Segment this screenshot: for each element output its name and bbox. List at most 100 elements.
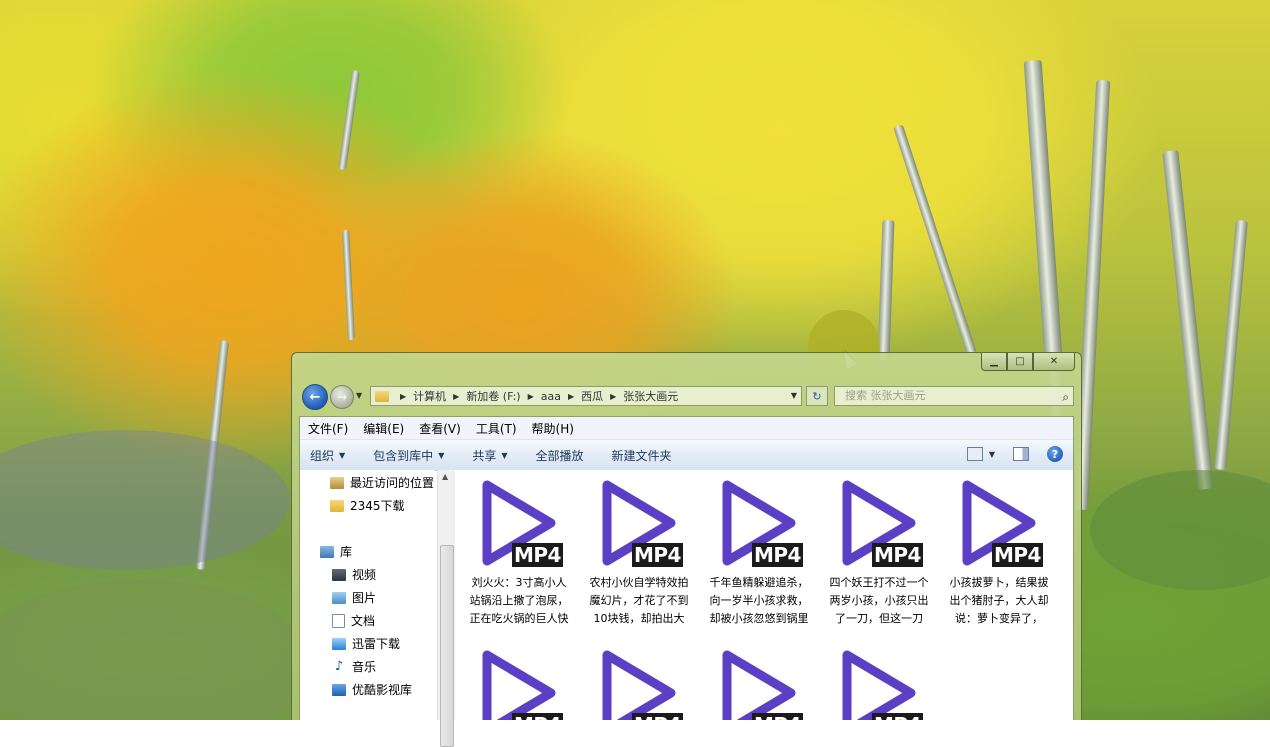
mp4-file-icon: MP4 xyxy=(589,643,689,720)
recent-pages-dropdown[interactable]: ▼ xyxy=(356,391,362,400)
list-item[interactable]: MP4 xyxy=(463,643,575,720)
breadcrumb-current-folder[interactable]: 张张大画元 xyxy=(623,388,678,404)
nav-item-music[interactable]: ♪ 音乐 xyxy=(332,658,376,675)
music-library-icon: ♪ xyxy=(334,658,344,674)
nav-item-label: 最近访问的位置 xyxy=(350,476,435,490)
search-icon[interactable]: ⌕ xyxy=(1062,388,1069,406)
breadcrumb-separator-icon[interactable]: ▶ xyxy=(453,392,459,401)
navigation-pane: 最近访问的位置 2345下载 库 视频 图片 文档 迅雷下载 ♪ 音乐 优酷影视… xyxy=(300,470,435,720)
help-icon[interactable]: ? xyxy=(1047,446,1063,462)
refresh-button[interactable]: ↻ xyxy=(806,386,828,406)
menu-help[interactable]: 帮助(H) xyxy=(532,420,574,437)
nav-item-label: 音乐 xyxy=(352,660,377,674)
organize-button[interactable]: 组织 ▼ xyxy=(310,447,345,464)
nav-item-label: 视频 xyxy=(352,568,377,582)
nav-item-label: 迅雷下载 xyxy=(352,637,401,651)
explorer-body: 最近访问的位置 2345下载 库 视频 图片 文档 迅雷下载 ♪ 音乐 优酷影视… xyxy=(300,470,1073,747)
menu-tools[interactable]: 工具(T) xyxy=(476,420,517,437)
file-type-badge: MP4 xyxy=(512,713,563,720)
mp4-file-icon: MP4 xyxy=(469,473,569,573)
file-name: 小孩拔萝卜，结果拔出个猪肘子，大人却说：萝卜变异了，不... xyxy=(949,576,1049,625)
include-in-library-button[interactable]: 包含到库中 ▼ xyxy=(373,447,444,464)
file-type-badge: MP4 xyxy=(632,543,683,567)
explorer-client-area: 文件(F) 编辑(E) 查看(V) 工具(T) 帮助(H) 组织 ▼ 包含到库中… xyxy=(299,416,1074,747)
preview-pane-icon[interactable] xyxy=(1013,447,1029,461)
document-library-icon xyxy=(332,613,345,628)
list-item[interactable]: MP4 千年鱼精躲避追杀，向一岁半小孩求救，却被小孩忽悠到锅里炖... xyxy=(703,473,815,628)
file-type-badge: MP4 xyxy=(632,713,683,720)
list-item[interactable]: MP4 xyxy=(703,643,815,720)
nav-item-label: 库 xyxy=(340,545,353,559)
address-bar[interactable]: ▶ 计算机 ▶ 新加卷 (F:) ▶ aaa ▶ 西瓜 ▶ 张张大画元 ▼ xyxy=(370,386,802,406)
file-type-badge: MP4 xyxy=(992,543,1043,567)
file-type-badge: MP4 xyxy=(752,713,803,720)
address-history-dropdown[interactable]: ▼ xyxy=(791,391,797,400)
minimize-button[interactable]: ▁ xyxy=(981,353,1007,371)
breadcrumb-computer[interactable]: 计算机 xyxy=(413,388,446,404)
picture-library-icon xyxy=(332,591,346,604)
close-button[interactable]: ✕ xyxy=(1033,353,1075,371)
refresh-icon: ↻ xyxy=(812,389,822,403)
file-name: 农村小伙自学特效拍魔幻片，才花了不到10块钱，却拍出大场... xyxy=(589,576,689,625)
menu-view[interactable]: 查看(V) xyxy=(419,420,461,437)
change-view-icon[interactable] xyxy=(966,447,983,461)
nav-item-label: 优酷影视库 xyxy=(352,683,413,697)
nav-item-recent-places[interactable]: 最近访问的位置 xyxy=(330,474,434,491)
list-item[interactable]: MP4 小孩拔萝卜，结果拔出个猪肘子，大人却说：萝卜变异了，不... xyxy=(943,473,1055,628)
breadcrumb-separator-icon[interactable]: ▶ xyxy=(528,392,534,401)
navigation-pane-scrollbar[interactable]: ▲ xyxy=(437,470,455,747)
nav-item-documents[interactable]: 文档 xyxy=(332,612,375,629)
breadcrumb-separator-icon[interactable]: ▶ xyxy=(400,392,406,401)
file-name: 四个妖王打不过一个两岁小孩，小孩只出了一刀，但这一刀太... xyxy=(829,576,929,625)
video-library-icon xyxy=(332,568,346,581)
play-icon xyxy=(602,650,676,720)
mp4-file-icon: MP4 xyxy=(469,643,569,720)
back-button[interactable]: ← xyxy=(302,384,328,410)
mp4-file-icon: MP4 xyxy=(829,643,929,720)
list-item[interactable]: MP4 xyxy=(583,643,695,720)
list-item[interactable]: MP4 xyxy=(823,643,935,720)
file-type-badge: MP4 xyxy=(752,543,803,567)
menu-file[interactable]: 文件(F) xyxy=(308,420,348,437)
list-item[interactable]: MP4 农村小伙自学特效拍魔幻片，才花了不到10块钱，却拍出大场... xyxy=(583,473,695,628)
search-input[interactable]: 搜索 张张大画元 ⌕ xyxy=(834,386,1074,406)
nav-item-label: 图片 xyxy=(352,591,377,605)
nav-item-label: 2345下载 xyxy=(350,499,405,513)
file-list: MP4 刘火火：3寸高小人站锅沿上撒了泡尿，正在吃火锅的巨人快气疯... MP4… xyxy=(455,470,1073,720)
nav-item-2345-download[interactable]: 2345下载 xyxy=(330,497,405,514)
nav-item-videos[interactable]: 视频 xyxy=(332,566,376,583)
nav-item-libraries[interactable]: 库 xyxy=(320,543,352,560)
list-item[interactable]: MP4 刘火火：3寸高小人站锅沿上撒了泡尿，正在吃火锅的巨人快气疯... xyxy=(463,473,575,628)
play-all-button[interactable]: 全部播放 xyxy=(536,447,584,464)
list-item[interactable]: MP4 四个妖王打不过一个两岁小孩，小孩只出了一刀，但这一刀太... xyxy=(823,473,935,628)
command-bar: 组织 ▼ 包含到库中 ▼ 共享 ▼ 全部播放 新建文件夹 ▼ ? xyxy=(300,440,1073,471)
nav-item-thunder-download[interactable]: 迅雷下载 xyxy=(332,635,400,652)
nav-item-youku-library[interactable]: 优酷影视库 xyxy=(332,681,412,698)
play-icon xyxy=(482,650,556,720)
scrollbar-thumb[interactable] xyxy=(440,545,454,747)
new-folder-button[interactable]: 新建文件夹 xyxy=(612,447,672,464)
breadcrumb-separator-icon[interactable]: ▶ xyxy=(610,392,616,401)
breadcrumb-folder-xigua[interactable]: 西瓜 xyxy=(581,388,603,404)
view-options-dropdown[interactable]: ▼ xyxy=(989,450,995,459)
menu-edit[interactable]: 编辑(E) xyxy=(363,420,404,437)
chevron-down-icon: ▼ xyxy=(501,450,508,460)
navigation-bar: ← → ▼ ▶ 计算机 ▶ 新加卷 (F:) ▶ aaa ▶ 西瓜 ▶ 张张大画… xyxy=(300,383,1074,411)
breadcrumb-separator-icon[interactable]: ▶ xyxy=(568,392,574,401)
view-controls: ▼ ? xyxy=(966,446,1063,462)
youku-library-icon xyxy=(332,683,346,696)
nav-item-pictures[interactable]: 图片 xyxy=(332,589,376,606)
search-placeholder: 搜索 张张大画元 xyxy=(845,389,926,402)
window-controls: ▁ □ ✕ xyxy=(981,353,1075,371)
explorer-window[interactable]: ▁ □ ✕ ← → ▼ ▶ 计算机 ▶ 新加卷 (F:) ▶ aaa ▶ 西瓜 … xyxy=(291,352,1082,747)
forward-button[interactable]: → xyxy=(330,385,354,409)
breadcrumb-folder-aaa[interactable]: aaa xyxy=(541,390,561,403)
mp4-file-icon: MP4 xyxy=(589,473,689,573)
breadcrumb-drive[interactable]: 新加卷 (F:) xyxy=(466,388,520,404)
scroll-up-arrow-icon[interactable]: ▲ xyxy=(442,472,448,481)
recent-places-icon xyxy=(330,476,344,489)
folder-icon xyxy=(330,499,344,512)
play-icon xyxy=(842,650,916,720)
maximize-button[interactable]: □ xyxy=(1007,353,1033,371)
share-button[interactable]: 共享 ▼ xyxy=(472,447,507,464)
